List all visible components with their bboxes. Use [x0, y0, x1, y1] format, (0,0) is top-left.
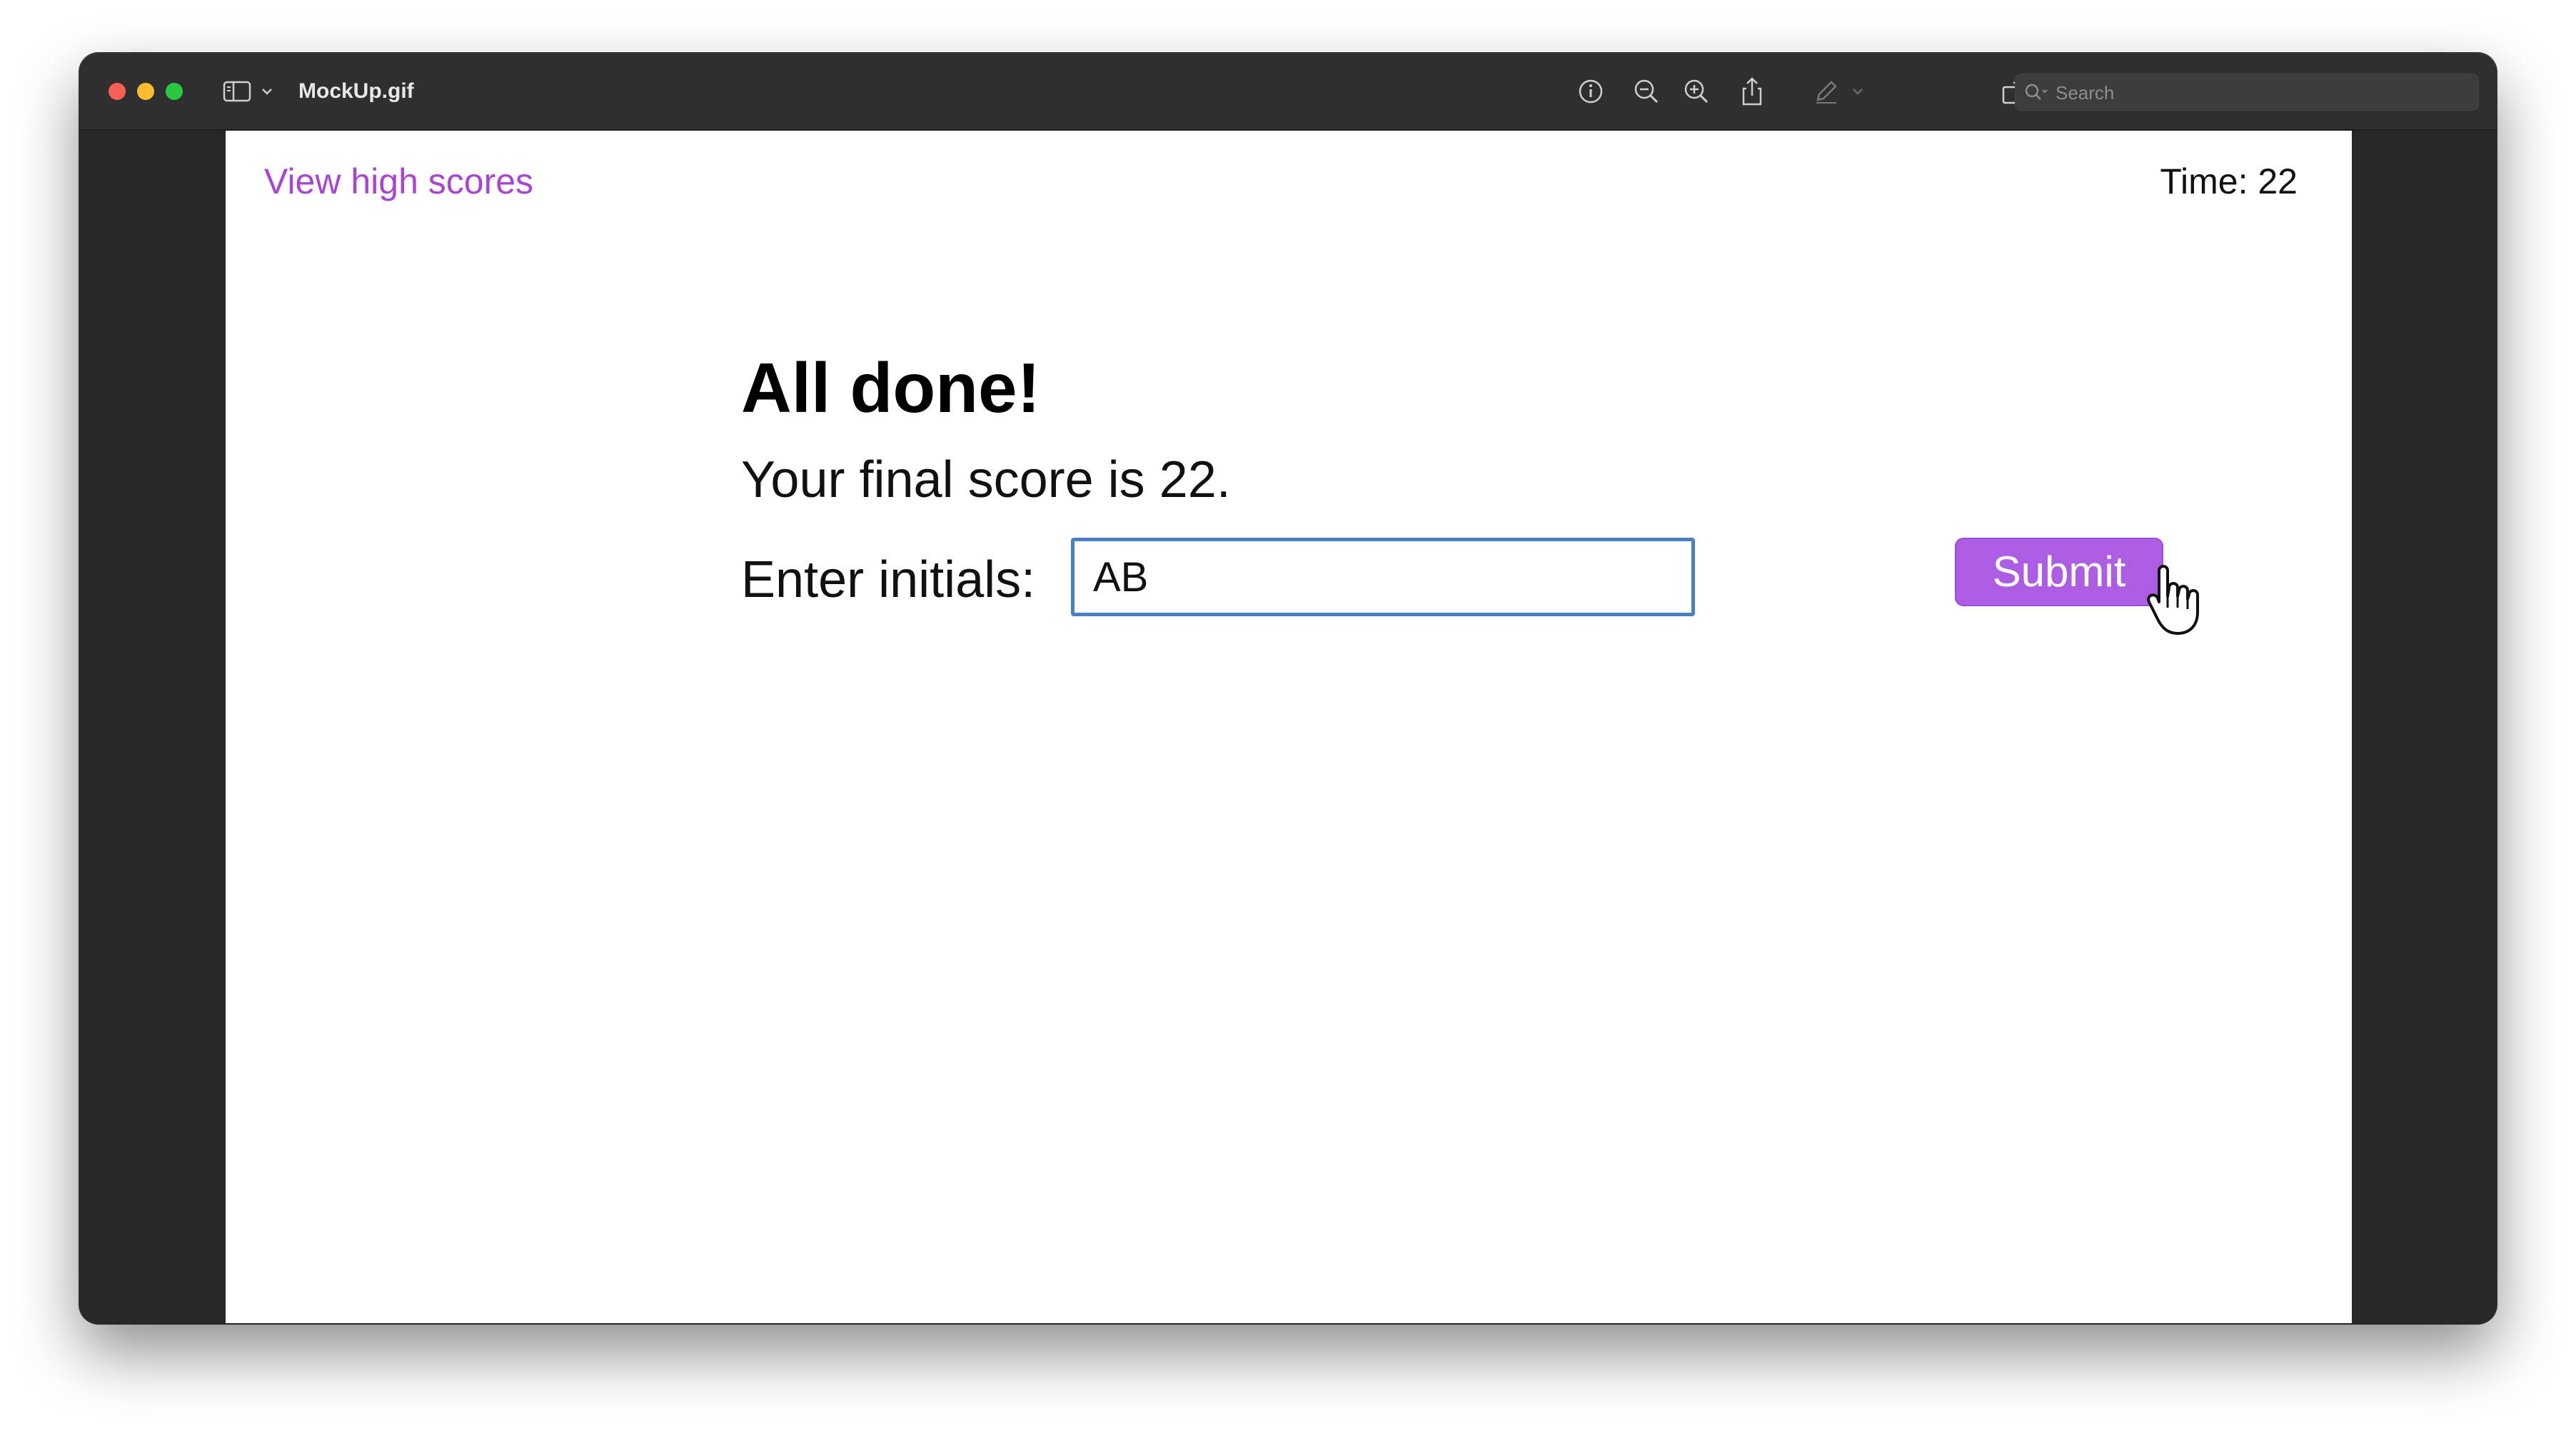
- fullscreen-window-button[interactable]: [166, 83, 183, 100]
- window-title: MockUp.gif: [298, 79, 414, 103]
- image-viewer: View high scores Time: 22 All done! Your…: [80, 131, 2496, 1323]
- chevron-down-icon[interactable]: [260, 75, 274, 108]
- timer: Time: 22: [2160, 161, 2298, 202]
- search-icon: [2024, 83, 2050, 106]
- minimize-window-button[interactable]: [137, 83, 154, 100]
- final-score-text: Your final score is 22.: [741, 448, 1955, 512]
- zoom-out-icon[interactable]: [1632, 75, 1661, 108]
- markup-pen-icon[interactable]: [1812, 75, 1841, 108]
- close-window-button[interactable]: [109, 83, 126, 100]
- timer-label: Time:: [2160, 161, 2248, 201]
- quiz-end-panel: All done! Your final score is 22. Enter …: [741, 345, 2199, 635]
- sidebar-toggle-icon[interactable]: [223, 75, 251, 108]
- view-high-scores-link[interactable]: View high scores: [264, 161, 533, 202]
- hand-pointer-cursor-icon: [2143, 562, 2222, 644]
- share-icon[interactable]: [1738, 75, 1766, 108]
- mockup-page: View high scores Time: 22 All done! Your…: [226, 131, 2352, 1323]
- desktop-background: MockUp.gif Search View high scores Time:…: [0, 0, 2576, 1431]
- info-icon[interactable]: [1576, 75, 1605, 108]
- chevron-down-icon[interactable]: [1851, 75, 1865, 108]
- final-score-prefix: Your final score is: [741, 451, 1145, 508]
- page-title: All done!: [741, 348, 1041, 427]
- search-field[interactable]: [2015, 74, 2479, 111]
- search-input[interactable]: [2054, 74, 2471, 111]
- timer-value: 22: [2258, 161, 2298, 201]
- initials-form: Enter initials: Submit: [741, 538, 2199, 635]
- initials-label: Enter initials:: [741, 551, 1036, 608]
- submit-button[interactable]: Submit: [1955, 538, 2163, 606]
- initials-input[interactable]: [1071, 538, 1695, 616]
- title-bar: MockUp.gif: [80, 54, 2496, 131]
- zoom-in-icon[interactable]: [1682, 75, 1711, 108]
- preview-window: MockUp.gif Search View high scores Time:…: [80, 54, 2496, 1323]
- final-score-value: 22.: [1159, 451, 1231, 508]
